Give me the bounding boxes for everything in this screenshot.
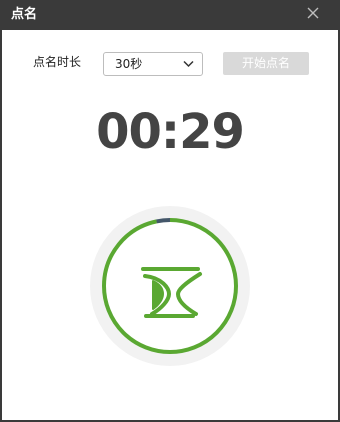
duration-select[interactable]: 30秒 [103, 52, 203, 76]
window-title: 点名 [11, 7, 38, 22]
close-icon [307, 7, 319, 19]
start-rollcall-button[interactable]: 开始点名 [223, 52, 309, 75]
countdown-ring [90, 206, 250, 366]
rollcall-window: 点名 点名时长 30秒 开始点名 00:29 [0, 0, 340, 422]
content-panel: 点名时长 30秒 开始点名 00:29 [2, 30, 338, 420]
duration-select-value: 30秒 [115, 57, 143, 71]
title-bar: 点名 [0, 0, 340, 30]
chevron-down-icon [183, 60, 194, 68]
duration-label: 点名时长 [33, 55, 82, 69]
countdown-ring-graphic [90, 206, 250, 366]
countdown-timer: 00:29 [96, 104, 245, 160]
close-button[interactable] [300, 2, 326, 26]
